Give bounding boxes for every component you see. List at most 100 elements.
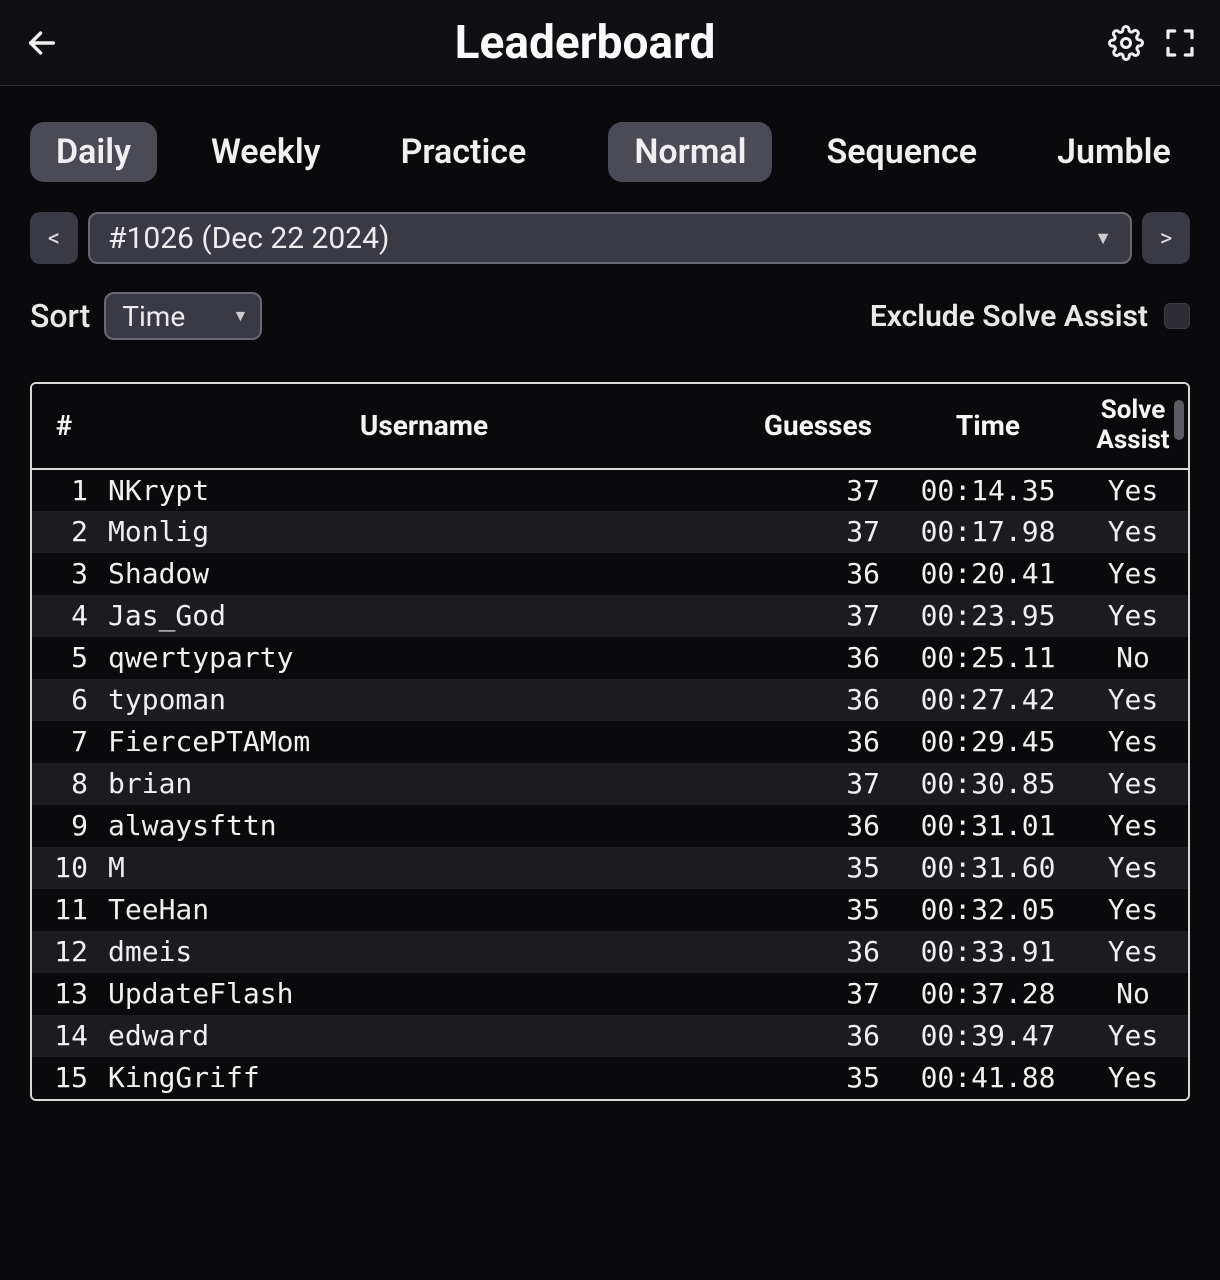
cell-guesses: 37 bbox=[748, 469, 898, 511]
cell-assist: Yes bbox=[1078, 595, 1188, 637]
cell-guesses: 35 bbox=[748, 1057, 898, 1099]
table-row[interactable]: 5 qwertyparty 36 00:25.11 No bbox=[32, 637, 1188, 679]
cell-username: Monlig bbox=[102, 511, 748, 553]
page-title: Leaderboard bbox=[455, 16, 716, 70]
table-row[interactable]: 1 NKrypt 37 00:14.35 Yes bbox=[32, 469, 1188, 511]
cell-username: typoman bbox=[102, 679, 748, 721]
exclude-label: Exclude Solve Assist bbox=[870, 299, 1148, 334]
cell-username: KingGriff bbox=[102, 1057, 748, 1099]
table-row[interactable]: 14 edward 36 00:39.47 Yes bbox=[32, 1015, 1188, 1057]
col-header-guesses[interactable]: Guesses bbox=[748, 384, 898, 469]
table-row[interactable]: 11 TeeHan 35 00:32.05 Yes bbox=[32, 889, 1188, 931]
scrollbar-thumb[interactable] bbox=[1174, 400, 1184, 440]
cell-rank: 5 bbox=[32, 637, 102, 679]
cell-rank: 13 bbox=[32, 973, 102, 1015]
cell-time: 00:33.91 bbox=[898, 931, 1078, 973]
cell-assist: Yes bbox=[1078, 469, 1188, 511]
table-row[interactable]: 6 typoman 36 00:27.42 Yes bbox=[32, 679, 1188, 721]
cell-rank: 4 bbox=[32, 595, 102, 637]
cell-time: 00:27.42 bbox=[898, 679, 1078, 721]
cell-time: 00:41.88 bbox=[898, 1057, 1078, 1099]
table-row[interactable]: 7 FiercePTAMom 36 00:29.45 Yes bbox=[32, 721, 1188, 763]
cell-assist: Yes bbox=[1078, 511, 1188, 553]
cell-rank: 2 bbox=[32, 511, 102, 553]
table-row[interactable]: 3 Shadow 36 00:20.41 Yes bbox=[32, 553, 1188, 595]
cell-rank: 7 bbox=[32, 721, 102, 763]
table-row[interactable]: 13 UpdateFlash 37 00:37.28 No bbox=[32, 973, 1188, 1015]
cell-username: NKrypt bbox=[102, 469, 748, 511]
table-body: 1 NKrypt 37 00:14.35 Yes 2 Monlig 37 00:… bbox=[32, 469, 1188, 1099]
leaderboard-table: # Username Guesses Time SolveAssist 1 NK… bbox=[32, 384, 1188, 1099]
cell-guesses: 36 bbox=[748, 721, 898, 763]
table-row[interactable]: 15 KingGriff 35 00:41.88 Yes bbox=[32, 1057, 1188, 1099]
cell-guesses: 36 bbox=[748, 805, 898, 847]
table-row[interactable]: 10 M 35 00:31.60 Yes bbox=[32, 847, 1188, 889]
cell-username: UpdateFlash bbox=[102, 973, 748, 1015]
exclude-checkbox[interactable] bbox=[1164, 303, 1190, 329]
cell-time: 00:31.60 bbox=[898, 847, 1078, 889]
cell-assist: Yes bbox=[1078, 553, 1188, 595]
cell-username: brian bbox=[102, 763, 748, 805]
exclude-controls: Exclude Solve Assist bbox=[870, 299, 1190, 334]
tab-normal[interactable]: Normal bbox=[608, 122, 772, 182]
cell-rank: 1 bbox=[32, 469, 102, 511]
col-header-rank[interactable]: # bbox=[32, 384, 102, 469]
tab-practice[interactable]: Practice bbox=[375, 122, 553, 182]
cell-rank: 14 bbox=[32, 1015, 102, 1057]
tab-sequence[interactable]: Sequence bbox=[800, 122, 1003, 182]
cell-rank: 6 bbox=[32, 679, 102, 721]
cell-guesses: 36 bbox=[748, 931, 898, 973]
table-header-row: # Username Guesses Time SolveAssist bbox=[32, 384, 1188, 469]
cell-time: 00:25.11 bbox=[898, 637, 1078, 679]
prev-puzzle-button[interactable]: < bbox=[30, 212, 78, 264]
fullscreen-button[interactable] bbox=[1160, 23, 1200, 63]
cell-rank: 12 bbox=[32, 931, 102, 973]
cell-assist: Yes bbox=[1078, 1057, 1188, 1099]
col-header-assist[interactable]: SolveAssist bbox=[1078, 384, 1188, 469]
cell-time: 00:17.98 bbox=[898, 511, 1078, 553]
table-row[interactable]: 4 Jas_God 37 00:23.95 Yes bbox=[32, 595, 1188, 637]
back-button[interactable] bbox=[20, 21, 64, 65]
cell-assist: Yes bbox=[1078, 679, 1188, 721]
puzzle-select[interactable]: #1026 (Dec 22 2024) ▼ bbox=[88, 212, 1132, 264]
tab-weekly[interactable]: Weekly bbox=[185, 122, 347, 182]
cell-rank: 10 bbox=[32, 847, 102, 889]
cell-assist: Yes bbox=[1078, 763, 1188, 805]
cell-time: 00:31.01 bbox=[898, 805, 1078, 847]
header: Leaderboard bbox=[0, 0, 1220, 86]
cell-username: Shadow bbox=[102, 553, 748, 595]
cell-assist: No bbox=[1078, 973, 1188, 1015]
next-puzzle-button[interactable]: > bbox=[1142, 212, 1190, 264]
table-row[interactable]: 9 alwaysfttn 36 00:31.01 Yes bbox=[32, 805, 1188, 847]
cell-time: 00:20.41 bbox=[898, 553, 1078, 595]
cell-assist: Yes bbox=[1078, 889, 1188, 931]
tab-daily[interactable]: Daily bbox=[30, 122, 157, 182]
cell-time: 00:37.28 bbox=[898, 973, 1078, 1015]
cell-rank: 11 bbox=[32, 889, 102, 931]
tab-jumble[interactable]: Jumble bbox=[1031, 122, 1197, 182]
cell-guesses: 37 bbox=[748, 595, 898, 637]
gear-icon bbox=[1108, 25, 1144, 61]
puzzle-selector-row: < #1026 (Dec 22 2024) ▼ > bbox=[30, 212, 1190, 264]
cell-time: 00:39.47 bbox=[898, 1015, 1078, 1057]
content: Daily Weekly Practice Normal Sequence Ju… bbox=[0, 86, 1220, 1101]
sort-select-value: Time bbox=[122, 300, 185, 333]
col-header-username[interactable]: Username bbox=[102, 384, 748, 469]
cell-assist: Yes bbox=[1078, 805, 1188, 847]
cell-guesses: 37 bbox=[748, 973, 898, 1015]
cell-time: 00:29.45 bbox=[898, 721, 1078, 763]
table-row[interactable]: 2 Monlig 37 00:17.98 Yes bbox=[32, 511, 1188, 553]
table-row[interactable]: 12 dmeis 36 00:33.91 Yes bbox=[32, 931, 1188, 973]
col-header-time[interactable]: Time bbox=[898, 384, 1078, 469]
sort-controls: Sort Time ▼ bbox=[30, 292, 262, 340]
puzzle-select-value: #1026 (Dec 22 2024) bbox=[108, 221, 389, 256]
cell-guesses: 36 bbox=[748, 553, 898, 595]
sort-select[interactable]: Time ▼ bbox=[104, 292, 262, 340]
leaderboard-table-wrap: # Username Guesses Time SolveAssist 1 NK… bbox=[30, 382, 1190, 1101]
cell-username: Jas_God bbox=[102, 595, 748, 637]
cell-username: M bbox=[102, 847, 748, 889]
settings-button[interactable] bbox=[1106, 23, 1146, 63]
table-row[interactable]: 8 brian 37 00:30.85 Yes bbox=[32, 763, 1188, 805]
sort-label: Sort bbox=[30, 297, 90, 335]
cell-rank: 3 bbox=[32, 553, 102, 595]
